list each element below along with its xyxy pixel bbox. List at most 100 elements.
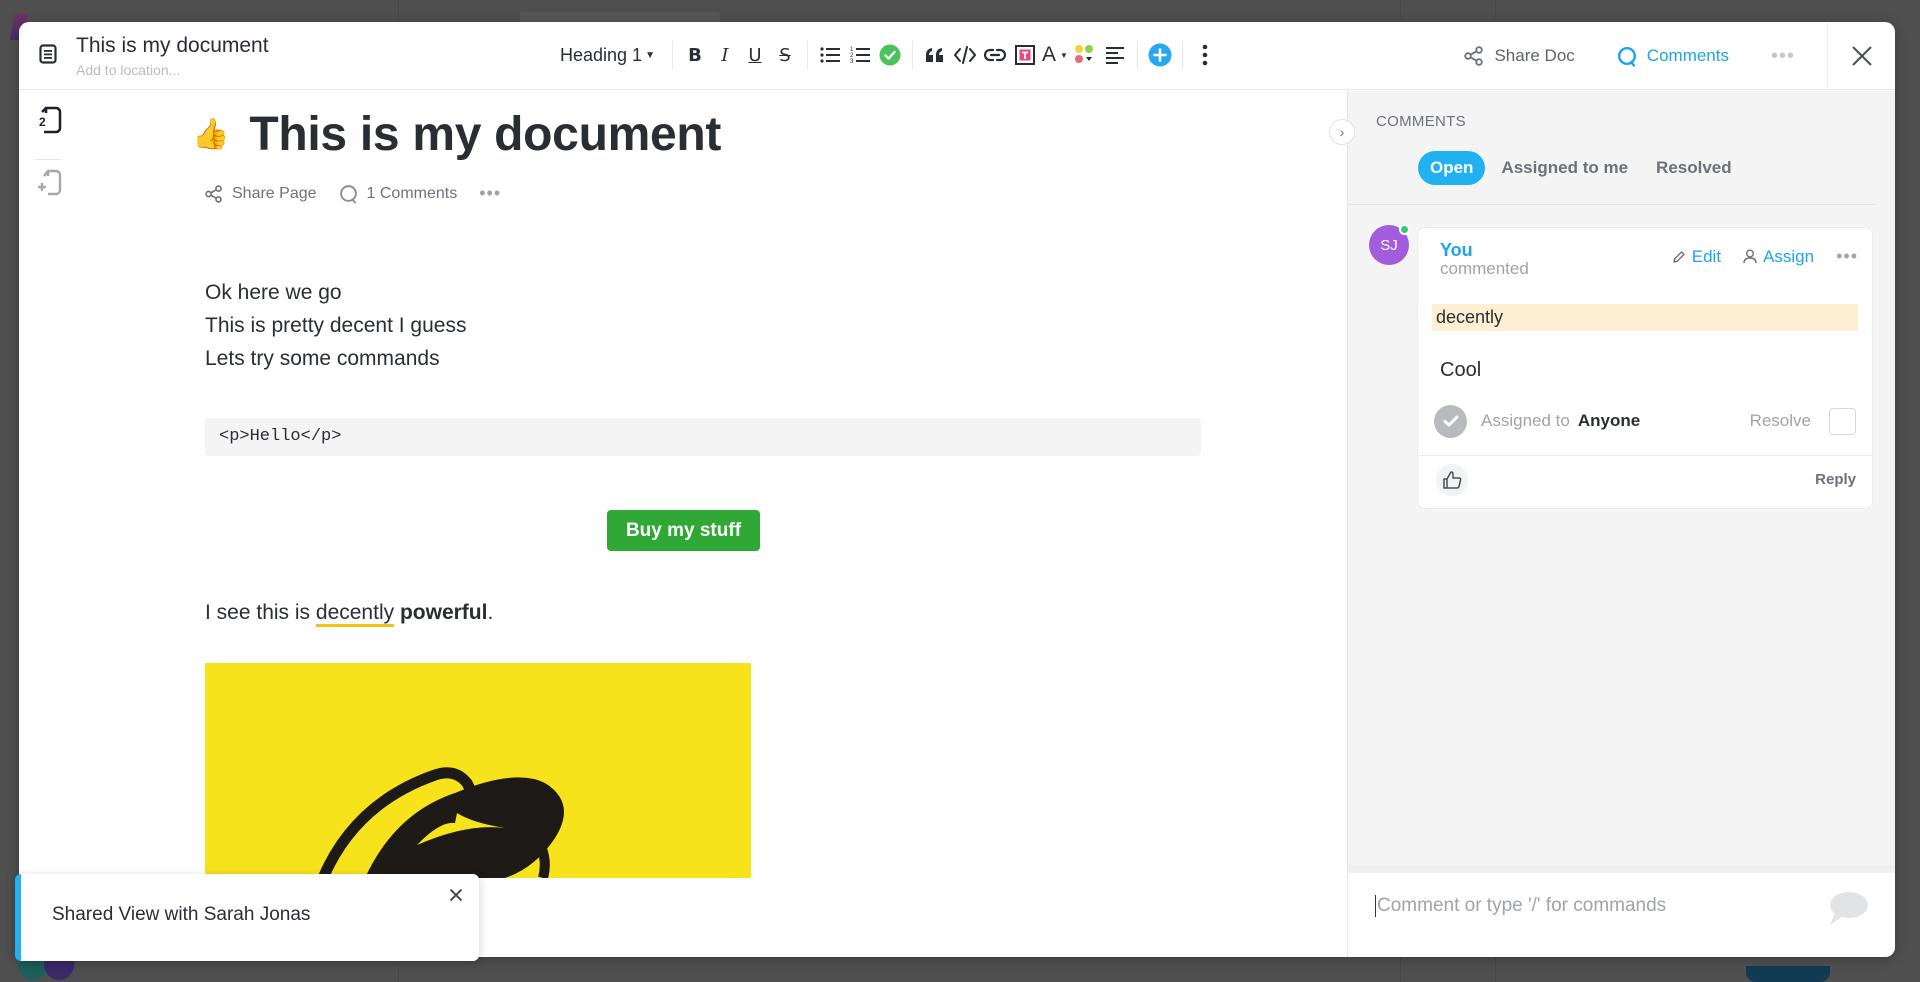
pages-icon: 2 (39, 106, 62, 134)
comments-label: Comments (1646, 46, 1729, 65)
avatar-initials: SJ (1380, 236, 1398, 254)
add-location-link[interactable]: Add to location... (76, 62, 180, 78)
more-options-button[interactable] (1190, 40, 1220, 70)
comments-panel: COMMENTS Open Assigned to me Resolved SJ… (1347, 91, 1895, 957)
pages-button[interactable]: 2 (36, 105, 64, 135)
sentence-text: I see this is (205, 601, 316, 624)
header-more-icon[interactable]: ••• (1771, 45, 1795, 68)
share-page-button[interactable]: Share Page (205, 185, 317, 203)
user-icon (1743, 249, 1757, 264)
close-modal-button[interactable] (1827, 22, 1895, 90)
thumbs-up-icon (1443, 471, 1462, 489)
sentence-period: . (487, 601, 494, 624)
toast-message: Shared View with Sarah Jonas (52, 904, 311, 925)
bold-button[interactable]: B (680, 40, 710, 70)
toast-notification: Shared View with Sarah Jonas (15, 874, 479, 961)
assign-label: Assign (1763, 246, 1815, 266)
align-button[interactable] (1100, 40, 1130, 70)
strikethrough-icon: S (779, 44, 791, 66)
paragraph-line[interactable]: Lets try some commands (205, 342, 440, 375)
speech-bubble-icon (1830, 892, 1868, 925)
close-icon (1851, 46, 1872, 66)
share-icon (205, 184, 222, 203)
checklist-button[interactable] (875, 40, 905, 70)
send-comment-button[interactable] (1827, 891, 1869, 932)
chevron-right-icon: › (1339, 124, 1345, 140)
document-editor[interactable]: 👍 This is my document Share Page 1 Comme… (79, 91, 1366, 957)
comment-composer (1348, 865, 1895, 957)
tab-open[interactable]: Open (1418, 151, 1486, 185)
assign-comment-button[interactable]: Assign (1743, 247, 1814, 267)
avatar[interactable]: SJ (1369, 224, 1410, 265)
comment-footer-divider (1418, 455, 1872, 456)
numbered-list-icon: 123 (850, 47, 870, 65)
comment-actions: Edit Assign ••• (1672, 246, 1858, 267)
background-button (1746, 966, 1830, 982)
strikethrough-button[interactable]: S (770, 40, 800, 70)
heading-select[interactable]: Heading 1 ▼ (560, 40, 661, 70)
comment-body: Cool (1440, 359, 1482, 381)
underline-button[interactable]: U (740, 40, 770, 70)
tab-assigned-to-me[interactable]: Assigned to me (1487, 151, 1642, 185)
quote-button[interactable] (920, 40, 950, 70)
page-meta-bar: Share Page 1 Comments ••• (205, 183, 523, 204)
tab-resolved[interactable]: Resolved (1642, 151, 1746, 185)
buy-my-stuff-button[interactable]: Buy my stuff (607, 510, 760, 551)
vertical-dots-icon (1202, 44, 1208, 66)
comment-card: You commented Edit Assign ••• decently C… (1418, 228, 1872, 508)
insert-button[interactable] (1145, 40, 1175, 70)
document-title[interactable]: This is my document (249, 107, 721, 162)
code-button[interactable] (950, 40, 980, 70)
page-comments-button[interactable]: 1 Comments (339, 184, 457, 204)
comment-more-icon[interactable]: ••• (1836, 246, 1858, 267)
quote-icon (925, 48, 943, 62)
text-block-button[interactable] (1010, 40, 1040, 70)
close-icon (449, 888, 463, 902)
toast-close-button[interactable] (445, 884, 467, 906)
caret-down-icon: ▼ (645, 49, 655, 61)
header-doc-title[interactable]: This is my document (76, 34, 269, 58)
paragraph-line[interactable]: This is pretty decent I guess (205, 309, 466, 342)
comments-filter-tabs: Open Assigned to me Resolved (1418, 151, 1746, 185)
modal-header: This is my document Add to location... H… (19, 22, 1895, 90)
embedded-image[interactable] (205, 663, 751, 878)
tabs-divider (1348, 204, 1877, 205)
add-page-button[interactable] (36, 167, 64, 197)
paragraph-line[interactable]: Ok here we go (205, 276, 342, 309)
page-more-icon[interactable]: ••• (479, 183, 501, 204)
edit-comment-button[interactable]: Edit (1672, 247, 1721, 267)
commented-paragraph[interactable]: I see this is decently powerful. (205, 596, 493, 629)
underline-icon: U (748, 44, 762, 66)
assignee-name[interactable]: Anyone (1578, 411, 1640, 431)
thumbs-up-emoji-icon[interactable]: 👍 (192, 117, 229, 152)
comments-panel-title: COMMENTS (1376, 113, 1466, 130)
svg-text:2: 2 (39, 115, 46, 129)
document-icon (39, 44, 57, 64)
add-page-icon (38, 169, 62, 196)
collapse-panel-button[interactable]: › (1329, 119, 1355, 145)
link-button[interactable] (980, 40, 1010, 70)
comment-author[interactable]: You (1440, 240, 1473, 261)
numbered-list-button[interactable]: 123 (845, 40, 875, 70)
bulleted-list-button[interactable] (815, 40, 845, 70)
code-block[interactable]: <p>Hello</p> (205, 418, 1201, 456)
code-icon (953, 46, 976, 64)
font-color-icon: A (1042, 43, 1057, 66)
resolve-checkbox[interactable] (1829, 407, 1856, 435)
italic-button[interactable]: I (710, 40, 740, 70)
comment-input[interactable] (1375, 895, 1815, 917)
comments-toggle-button[interactable]: Comments (1617, 46, 1729, 67)
font-color-button[interactable]: A ▼ (1040, 40, 1070, 70)
quoted-text[interactable]: decently (1432, 304, 1858, 331)
commented-word[interactable]: decently (315, 601, 395, 627)
highlight-color-button[interactable] (1070, 40, 1100, 70)
share-doc-button[interactable]: Share Doc (1464, 46, 1575, 66)
reply-button[interactable]: Reply (1815, 471, 1856, 488)
bee-logo-image-icon (317, 767, 564, 878)
pages-rail: 2 (19, 91, 79, 957)
bold-icon: B (688, 44, 702, 66)
document-modal: This is my document Add to location... H… (19, 22, 1895, 957)
header-actions: Share Doc Comments ••• (1464, 22, 1895, 90)
like-button[interactable] (1436, 464, 1468, 496)
comment-action-text: commented (1440, 259, 1529, 278)
